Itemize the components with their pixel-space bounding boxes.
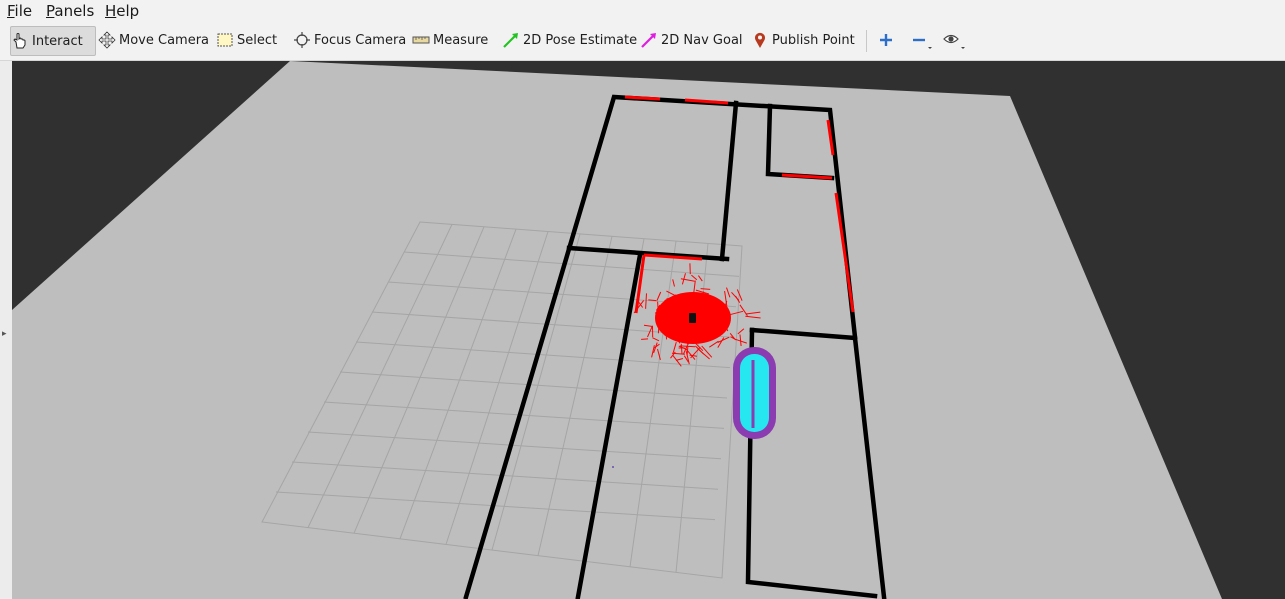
panels-menu[interactable]: Panels	[46, 2, 94, 20]
nav-goal-tool-button[interactable]: 2D Nav Goal	[640, 26, 743, 54]
pose-estimate-tool-button[interactable]: 2D Pose Estimate	[502, 26, 637, 54]
measure-tool-label: Measure	[433, 32, 489, 48]
toolbar: Interact Move Camera Select Focus Camera…	[0, 22, 1285, 61]
select-tool-label: Select	[237, 32, 278, 48]
particle-arrow	[648, 299, 657, 302]
nav-goal-tool-label: 2D Nav Goal	[661, 32, 743, 48]
interact-tool-label: Interact	[32, 33, 83, 49]
pose-estimate-tool-label: 2D Pose Estimate	[523, 32, 638, 48]
help-menu[interactable]: Help	[105, 2, 139, 20]
file-menu-label: ile	[14, 2, 33, 20]
measure-tool-button[interactable]: Measure	[412, 26, 488, 54]
particle-arrow	[659, 317, 667, 320]
menu-bar: File Panels Help	[0, 0, 1285, 22]
green-arrow-icon	[503, 33, 518, 48]
small-marker	[612, 466, 614, 468]
move-camera-tool-button[interactable]: Move Camera	[98, 26, 209, 54]
left-panel-collapse-strip[interactable]: ▸	[0, 61, 12, 599]
publish-point-tool-button[interactable]: Publish Point	[751, 26, 855, 54]
help-menu-label: elp	[116, 2, 140, 20]
interact-tool-button[interactable]: Interact	[10, 26, 96, 56]
add-tool-button[interactable]	[877, 26, 898, 54]
view-options-button[interactable]	[942, 26, 971, 54]
eye-icon	[943, 34, 965, 49]
move-camera-icon	[98, 31, 116, 49]
robot-marker	[689, 313, 696, 323]
particle-arrow	[641, 338, 649, 340]
panels-menu-label: anels	[54, 2, 95, 20]
remove-tool-button[interactable]	[910, 26, 937, 54]
costmap-obstacle	[733, 347, 776, 439]
map-pin-icon	[755, 32, 765, 48]
focus-camera-tool-button[interactable]: Focus Camera	[293, 26, 406, 54]
particle-arrow	[680, 343, 683, 355]
ruler-icon	[412, 36, 430, 44]
expand-arrow-icon: ▸	[2, 329, 7, 339]
hand-pointer-icon	[13, 33, 26, 49]
select-box-icon	[217, 33, 233, 47]
move-camera-tool-label: Move Camera	[119, 32, 210, 48]
focus-camera-icon	[294, 32, 310, 48]
file-menu[interactable]: File	[7, 2, 32, 20]
select-tool-button[interactable]: Select	[216, 26, 277, 54]
file-menu-mnemonic: F	[7, 2, 15, 20]
publish-point-tool-label: Publish Point	[772, 32, 855, 48]
help-menu-mnemonic: H	[105, 2, 117, 20]
magenta-arrow-icon	[641, 33, 656, 48]
minus-icon	[913, 38, 932, 49]
plus-icon	[880, 34, 892, 46]
3d-viewport[interactable]	[12, 61, 1285, 599]
toolbar-separator	[866, 30, 867, 52]
focus-camera-tool-label: Focus Camera	[314, 32, 407, 48]
